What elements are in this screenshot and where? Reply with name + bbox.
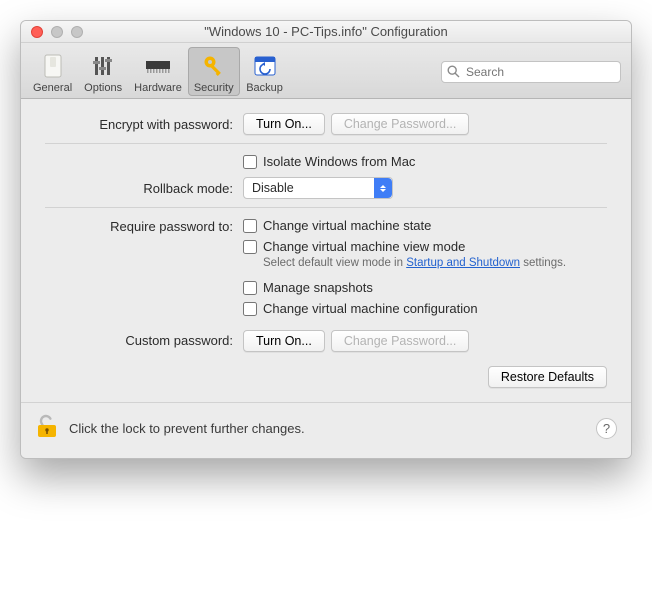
lock-text: Click the lock to prevent further change… [69, 421, 305, 436]
rollback-select[interactable]: Disable [243, 177, 393, 199]
tab-label: Backup [246, 82, 283, 94]
search-input[interactable] [441, 61, 621, 83]
minimize-button[interactable] [51, 26, 63, 38]
encrypt-change-password-button: Change Password... [331, 113, 470, 135]
restore-defaults-button[interactable]: Restore Defaults [488, 366, 607, 388]
encrypt-label: Encrypt with password: [45, 117, 243, 132]
require-config-checkbox[interactable] [243, 302, 257, 316]
traffic-lights [21, 26, 83, 38]
tab-label: Options [84, 82, 122, 94]
require-opt-label: Change virtual machine configuration [263, 301, 478, 316]
tab-general[interactable]: General [27, 47, 78, 96]
require-opt-label: Manage snapshots [263, 280, 373, 295]
tab-label: General [33, 82, 72, 94]
custom-change-password-button: Change Password... [331, 330, 470, 352]
require-viewmode-checkbox[interactable] [243, 240, 257, 254]
rollback-value: Disable [252, 181, 294, 195]
viewmode-hint: Select default view mode in Startup and … [263, 256, 607, 272]
toolbar: General Options Hardware Security Backup [21, 43, 631, 99]
tab-backup[interactable]: Backup [240, 47, 290, 96]
key-icon [199, 51, 229, 81]
titlebar: "Windows 10 - PC-Tips.info" Configuratio… [21, 21, 631, 43]
require-label: Require password to: [45, 218, 243, 234]
require-opt-label: Change virtual machine view mode [263, 239, 465, 254]
switch-icon [38, 51, 68, 81]
config-window: "Windows 10 - PC-Tips.info" Configuratio… [20, 20, 632, 459]
tab-options[interactable]: Options [78, 47, 128, 96]
startup-shutdown-link[interactable]: Startup and Shutdown [406, 257, 520, 269]
encrypt-turn-on-button[interactable]: Turn On... [243, 113, 325, 135]
chevron-updown-icon [374, 178, 392, 198]
chip-icon [143, 51, 173, 81]
tab-label: Security [194, 82, 234, 94]
custom-turn-on-button[interactable]: Turn On... [243, 330, 325, 352]
backup-icon [250, 51, 280, 81]
close-button[interactable] [31, 26, 43, 38]
require-state-checkbox[interactable] [243, 219, 257, 233]
require-opt-label: Change virtual machine state [263, 218, 431, 233]
tab-label: Hardware [134, 82, 182, 94]
require-snapshots-checkbox[interactable] [243, 281, 257, 295]
rollback-label: Rollback mode: [45, 181, 243, 196]
isolate-label: Isolate Windows from Mac [263, 154, 415, 169]
isolate-checkbox[interactable] [243, 155, 257, 169]
sliders-icon [88, 51, 118, 81]
zoom-button[interactable] [71, 26, 83, 38]
window-title: "Windows 10 - PC-Tips.info" Configuratio… [21, 24, 631, 39]
tab-hardware[interactable]: Hardware [128, 47, 188, 96]
content-pane: Encrypt with password: Turn On... Change… [21, 99, 631, 402]
separator [45, 207, 607, 208]
search-icon [447, 65, 460, 78]
custom-password-label: Custom password: [45, 333, 243, 348]
lock-icon[interactable] [35, 413, 59, 444]
tab-security[interactable]: Security [188, 47, 240, 96]
footer: Click the lock to prevent further change… [21, 402, 631, 458]
help-button[interactable]: ? [596, 418, 617, 439]
search-field[interactable] [441, 61, 621, 83]
separator [45, 143, 607, 144]
